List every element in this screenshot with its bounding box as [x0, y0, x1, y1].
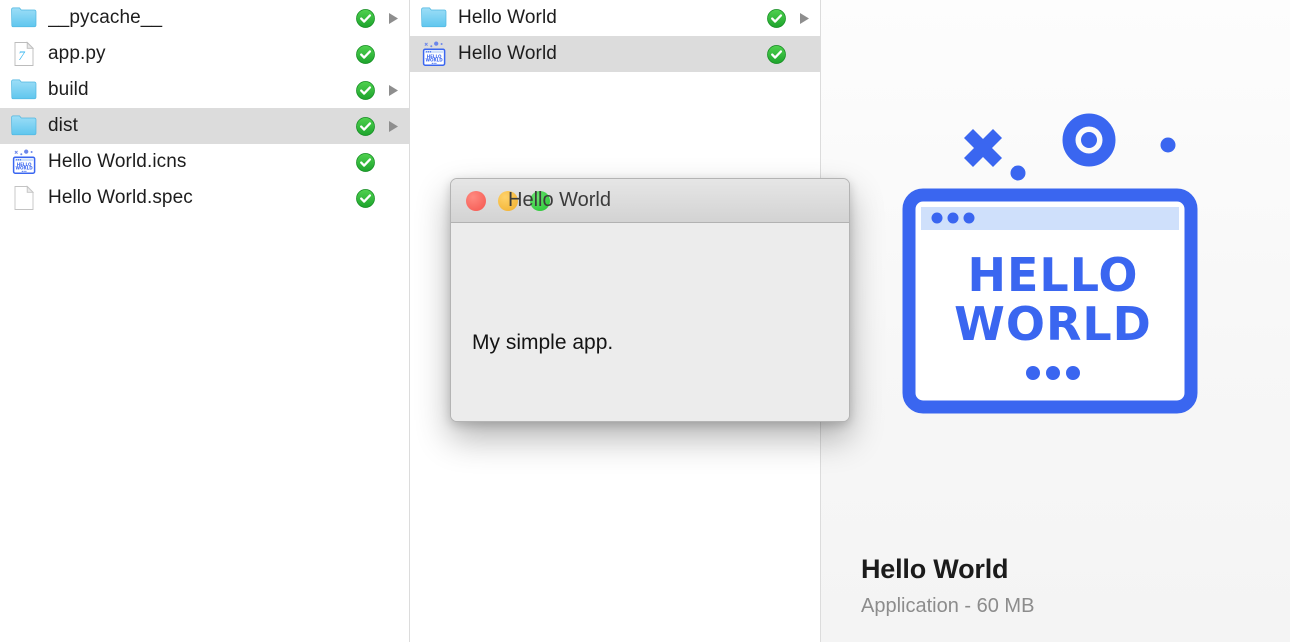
preview-subtitle: Application - 60 MB	[861, 595, 1035, 617]
preview-pane: HELLO WORLD Hello World Application - 60…	[821, 0, 1290, 642]
file-row[interactable]: build	[0, 72, 409, 108]
file-row[interactable]: HELLO WORLD Hello World	[410, 36, 820, 72]
traffic-lights	[466, 190, 550, 211]
disclosure-triangle-icon[interactable]	[385, 80, 401, 100]
svg-text:7: 7	[18, 48, 25, 63]
disclosure-triangle-icon	[385, 152, 401, 172]
file-row[interactable]: Hello World	[410, 0, 820, 36]
file-row[interactable]: HELLO WORLD Hello World.icns	[0, 144, 409, 180]
file-row-label: Hello World.spec	[48, 187, 193, 208]
hello-world-app-window[interactable]: Hello World My simple app.	[450, 178, 850, 422]
file-row[interactable]: Hello World.spec	[0, 180, 409, 216]
sync-check-badge	[355, 8, 375, 28]
disclosure-triangle-icon	[385, 44, 401, 64]
disclosure-triangle-icon[interactable]	[796, 8, 812, 28]
file-row-label: Hello World	[458, 7, 557, 28]
folder-icon	[10, 76, 38, 104]
sync-check-badge	[355, 152, 375, 172]
file-row-label: Hello World.icns	[48, 151, 187, 172]
minimize-button[interactable]	[498, 190, 518, 211]
disclosure-triangle-icon[interactable]	[385, 8, 401, 28]
disclosure-triangle-icon	[385, 188, 401, 208]
app-window-title: Hello World	[508, 189, 611, 211]
sync-check-badge	[355, 188, 375, 208]
icon-text-line1: HELLO	[967, 248, 1138, 302]
file-row[interactable]: dist	[0, 108, 409, 144]
project-column: __pycache__ 7 app.py build dist HELLO WO…	[0, 0, 410, 642]
sync-check-badge	[355, 116, 375, 136]
hello-world-app-icon: HELLO WORLD	[885, 105, 1215, 425]
file-row[interactable]: __pycache__	[0, 0, 409, 36]
icns-file-icon: HELLO WORLD	[420, 40, 448, 68]
svg-text:WORLD: WORLD	[426, 58, 444, 63]
app-window-titlebar[interactable]: Hello World	[451, 179, 849, 223]
svg-text:WORLD: WORLD	[16, 166, 34, 171]
preview-title: Hello World	[861, 554, 1009, 584]
sync-check-badge	[355, 44, 375, 64]
app-body-text: My simple app.	[472, 331, 614, 354]
disclosure-triangle-icon	[796, 44, 812, 64]
file-row[interactable]: 7 app.py	[0, 36, 409, 72]
plain-file-icon	[10, 184, 38, 212]
python-file-icon: 7	[10, 40, 38, 68]
app-window-body: My simple app.	[451, 223, 849, 421]
folder-icon	[10, 112, 38, 140]
icon-text-line2: WORLD	[954, 297, 1152, 351]
file-row-label: app.py	[48, 43, 106, 64]
sync-check-badge	[355, 80, 375, 100]
disclosure-triangle-icon[interactable]	[385, 116, 401, 136]
file-row-label: Hello World	[458, 43, 557, 64]
icns-file-icon: HELLO WORLD	[10, 148, 38, 176]
file-row-label: dist	[48, 115, 78, 136]
zoom-button[interactable]	[530, 190, 550, 211]
folder-icon	[420, 4, 448, 32]
sync-check-badge	[766, 8, 786, 28]
finder-column-view: __pycache__ 7 app.py build dist HELLO WO…	[0, 0, 1290, 642]
preview-metadata: Hello World Application - 60 MB	[861, 552, 1261, 619]
file-row-label: __pycache__	[48, 7, 163, 28]
folder-icon	[10, 4, 38, 32]
sync-check-badge	[766, 44, 786, 64]
close-button[interactable]	[466, 190, 486, 211]
file-row-label: build	[48, 79, 89, 100]
